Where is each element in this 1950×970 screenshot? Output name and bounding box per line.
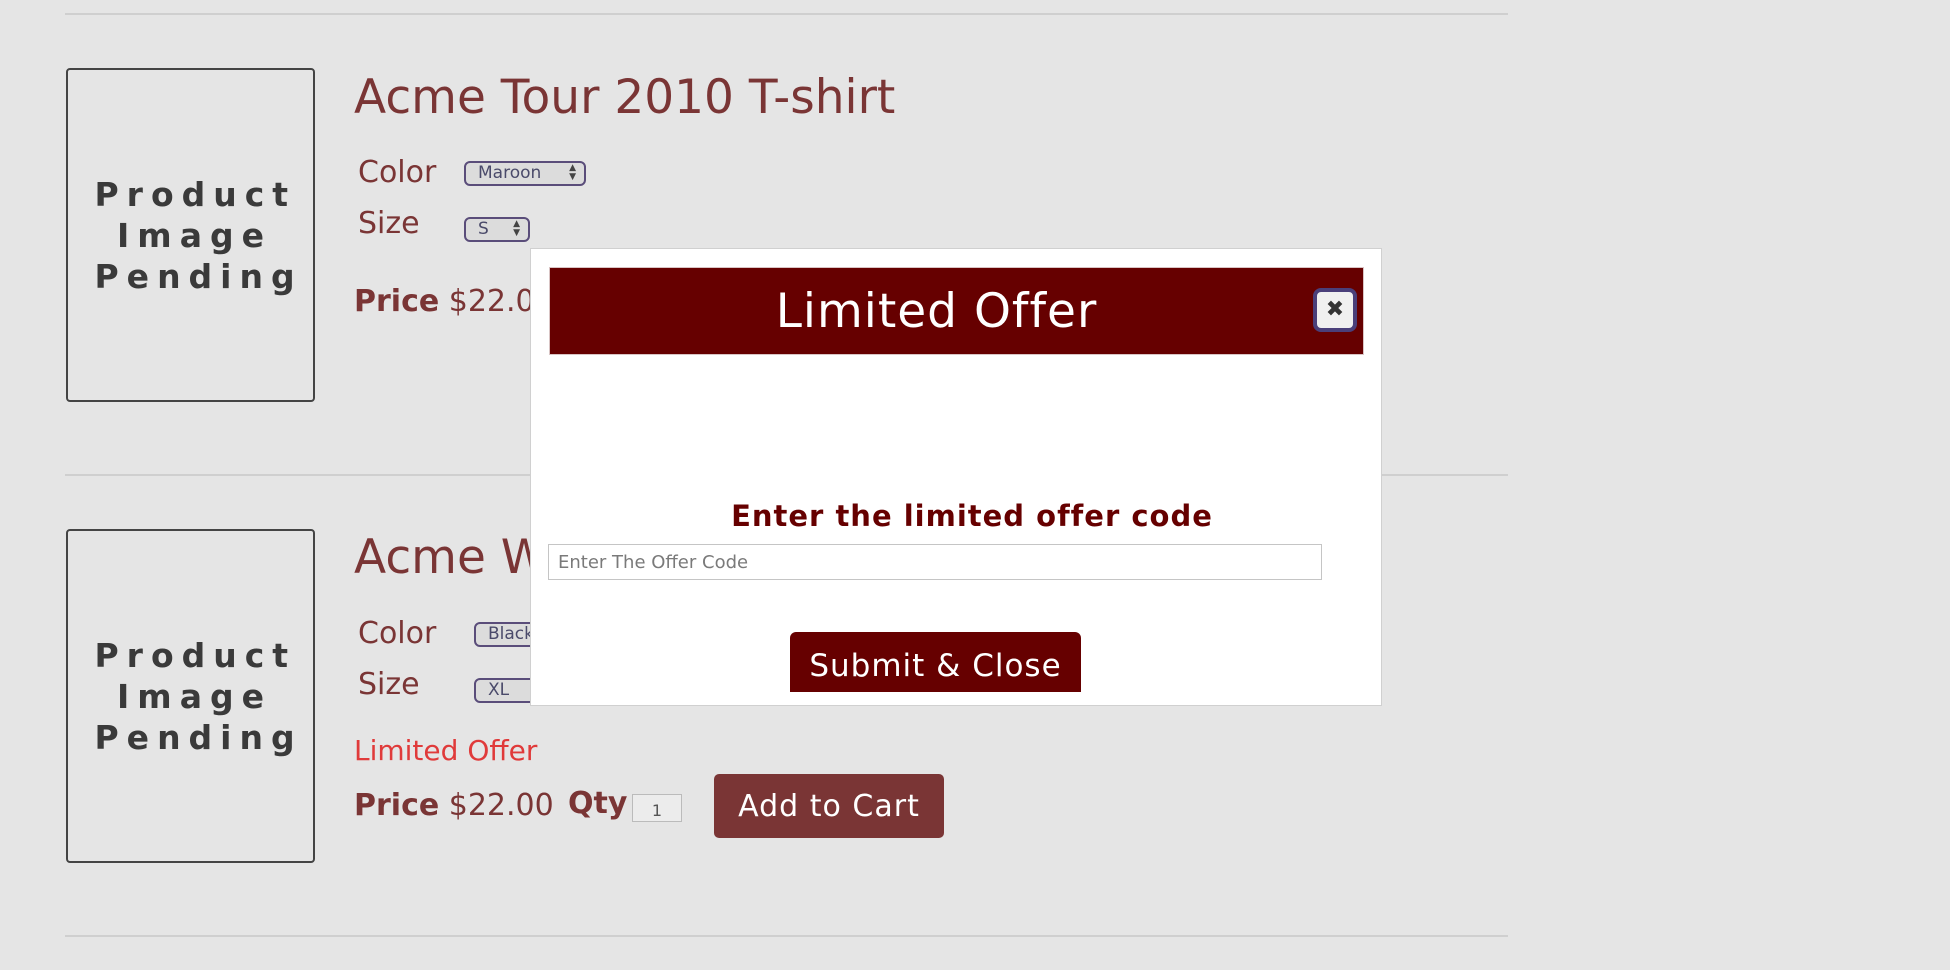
color-select-value: Maroon bbox=[478, 163, 542, 183]
size-select-value: S bbox=[478, 219, 489, 239]
size-select[interactable]: S ▲ ▼ bbox=[464, 217, 530, 242]
close-icon[interactable]: ✖ bbox=[1313, 288, 1357, 332]
qty-label: Qty bbox=[568, 786, 628, 821]
offer-code-prompt: Enter the limited offer code bbox=[731, 499, 1213, 533]
product-divider bbox=[65, 935, 1508, 937]
select-arrows-icon: ▲ ▼ bbox=[513, 219, 520, 238]
product-title: Acme Tour 2010 T-shirt bbox=[354, 70, 896, 125]
dialog-title: Limited Offer bbox=[775, 283, 1098, 339]
select-arrows-icon: ▲ ▼ bbox=[569, 163, 576, 182]
size-label: Size bbox=[358, 206, 420, 241]
product-divider bbox=[65, 13, 1508, 15]
color-select-value: Black bbox=[488, 624, 534, 644]
product-image-text: Product Image Pending bbox=[94, 635, 303, 757]
dialog-header: Limited Offer ✖ bbox=[549, 267, 1364, 355]
add-to-cart-button[interactable]: Add to Cart bbox=[714, 774, 944, 838]
size-select-value: XL bbox=[488, 680, 510, 700]
price-label: Price bbox=[354, 788, 440, 823]
product-price: Price $22.00 bbox=[354, 284, 554, 320]
qty-input[interactable]: 1 bbox=[632, 794, 682, 822]
offer-code-input[interactable] bbox=[548, 544, 1322, 580]
color-select[interactable]: Maroon ▲ ▼ bbox=[464, 161, 586, 186]
submit-close-button[interactable]: Submit & Close bbox=[790, 632, 1081, 692]
limited-offer-link[interactable]: Limited Offer bbox=[354, 734, 537, 768]
product-image-placeholder: Product Image Pending bbox=[66, 529, 315, 863]
limited-offer-dialog: Limited Offer ✖ Enter the limited offer … bbox=[530, 248, 1382, 706]
product-title: Acme W bbox=[354, 530, 548, 585]
product-price: Price $22.00 bbox=[354, 788, 554, 824]
size-label: Size bbox=[358, 667, 420, 702]
price-label: Price bbox=[354, 284, 440, 319]
product-image-text: Product Image Pending bbox=[94, 174, 303, 296]
price-value: $22.00 bbox=[448, 788, 554, 823]
color-label: Color bbox=[358, 616, 437, 651]
product-image-placeholder: Product Image Pending bbox=[66, 68, 315, 402]
color-label: Color bbox=[358, 155, 437, 190]
